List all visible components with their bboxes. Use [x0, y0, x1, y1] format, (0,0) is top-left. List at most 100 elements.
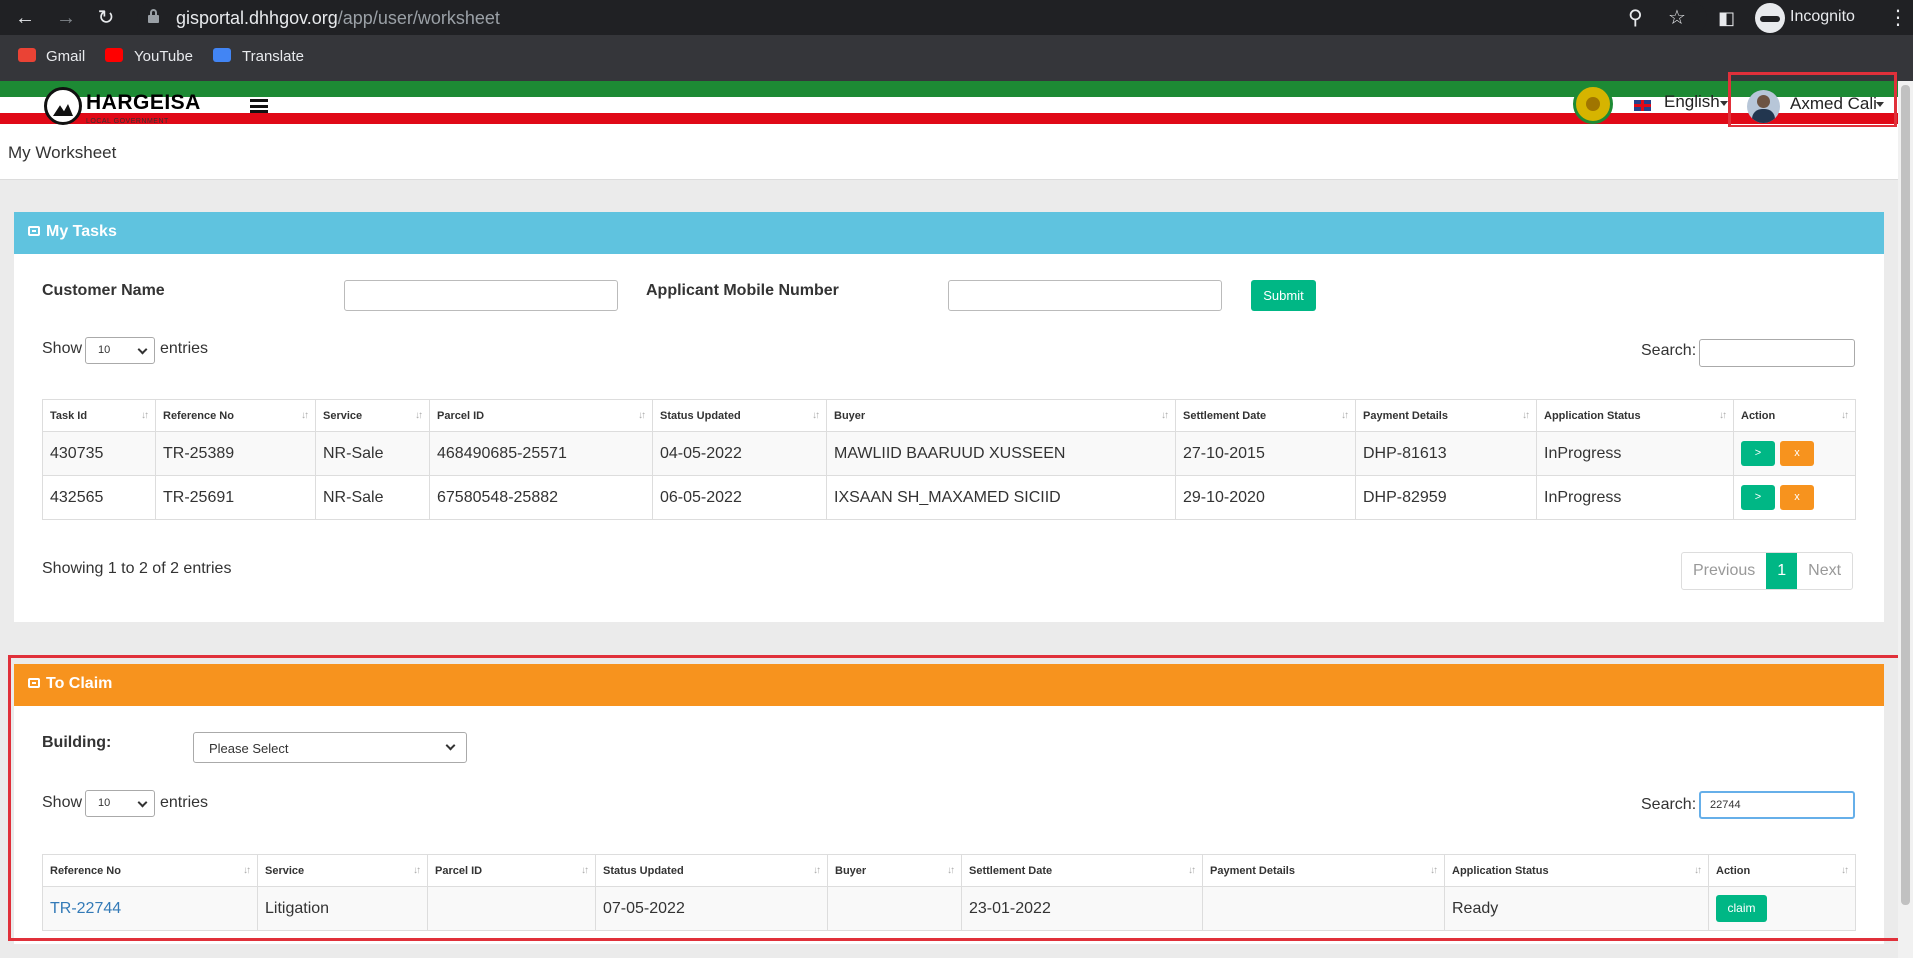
- reject-task-button[interactable]: x: [1780, 441, 1814, 466]
- cell-service: NR-Sale: [315, 431, 430, 476]
- search-label: Search:: [1641, 342, 1697, 359]
- col-service[interactable]: Service ↓↑: [315, 399, 430, 432]
- cell-parcel-id: 468490685-25571: [429, 431, 653, 476]
- col-reference-no[interactable]: Reference No ↓↑: [155, 399, 316, 432]
- sort-icon: ↓↑: [415, 410, 423, 421]
- open-task-button[interactable]: >: [1741, 441, 1775, 466]
- show-label: Show: [42, 340, 83, 357]
- sort-icon: ↓↑: [1161, 410, 1169, 421]
- side-panel-icon[interactable]: ◧: [1718, 6, 1735, 30]
- pagination-page-1[interactable]: 1: [1766, 553, 1798, 589]
- col-settlement-date[interactable]: Settlement Date ↓↑: [1175, 399, 1356, 432]
- cell-reference-no: TR-25389: [155, 431, 316, 476]
- incognito-icon[interactable]: [1755, 3, 1785, 33]
- app-header: HARGEISA LOCAL GOVERNMENT English: [0, 81, 1898, 127]
- sort-icon: ↓↑: [1719, 410, 1727, 421]
- language-selector[interactable]: English: [1664, 92, 1720, 112]
- zoom-icon[interactable]: ⚲: [1628, 6, 1643, 30]
- tasks-table: Task Id ↓↑ Reference No ↓↑ Service ↓↑ Parce…: [42, 399, 1856, 520]
- incognito-label[interactable]: Incognito: [1790, 8, 1855, 26]
- pagination-previous[interactable]: Previous: [1682, 553, 1766, 589]
- reject-task-button[interactable]: x: [1780, 485, 1814, 510]
- logo[interactable]: HARGEISA LOCAL GOVERNMENT: [44, 87, 200, 127]
- customer-name-label: Customer Name: [42, 282, 165, 299]
- entries-label: entries: [160, 340, 209, 357]
- page-title: My Worksheet: [8, 143, 117, 162]
- entries-select[interactable]: 10: [85, 337, 155, 364]
- flag-stripe-red: [0, 113, 1898, 124]
- bookmark-youtube[interactable]: YouTube: [134, 48, 193, 65]
- my-tasks-panel: My Tasks Customer Name Applicant Mobile …: [14, 212, 1884, 622]
- sort-icon: ↓↑: [1841, 410, 1849, 421]
- sort-icon: ↓↑: [301, 410, 309, 421]
- mobile-number-input[interactable]: [948, 280, 1222, 311]
- cell-application-status: InProgress: [1536, 475, 1734, 520]
- url-text[interactable]: gisportal.dhhgov.org/app/user/worksheet: [176, 8, 500, 29]
- sort-icon: ↓↑: [1522, 410, 1530, 421]
- cell-reference-no: TR-25691: [155, 475, 316, 520]
- col-buyer[interactable]: Buyer ↓↑: [826, 399, 1176, 432]
- reload-icon[interactable]: ↻: [94, 6, 118, 30]
- flag-stripe-green: [0, 81, 1898, 97]
- cell-application-status: InProgress: [1536, 431, 1734, 476]
- uk-flag-icon[interactable]: [1634, 100, 1651, 111]
- logo-mark-icon: [44, 87, 82, 125]
- cell-service: NR-Sale: [315, 475, 430, 520]
- cell-task-id: 432565: [42, 475, 156, 520]
- cell-status-updated: 04-05-2022: [652, 431, 827, 476]
- star-icon[interactable]: ☆: [1668, 6, 1686, 30]
- translate-icon[interactable]: [213, 48, 231, 62]
- sort-icon: ↓↑: [638, 410, 646, 421]
- title-bar: My Worksheet: [0, 127, 1898, 180]
- menu-dots-icon[interactable]: ⋮: [1888, 6, 1908, 30]
- tasks-header-row: Task Id ↓↑ Reference No ↓↑ Service ↓↑ Parce…: [42, 399, 1856, 432]
- col-parcel-id[interactable]: Parcel ID ↓↑: [429, 399, 653, 432]
- sort-icon: ↓↑: [812, 410, 820, 421]
- claim-highlight-box: [8, 655, 1913, 941]
- caret-down-icon[interactable]: [1720, 101, 1728, 106]
- forward-arrow-icon[interactable]: →: [54, 6, 78, 30]
- chevron-down-icon: [137, 344, 148, 355]
- scrollbar-thumb[interactable]: [1901, 85, 1910, 905]
- youtube-icon[interactable]: [105, 48, 123, 62]
- page-scrollbar[interactable]: [1898, 81, 1913, 958]
- emblem-icon: [1573, 84, 1613, 124]
- logo-text: HARGEISA: [86, 91, 201, 114]
- user-highlight-box: [1728, 72, 1897, 128]
- cell-action: > x: [1733, 431, 1856, 476]
- pagination: Previous 1 Next: [1681, 552, 1854, 590]
- gmail-icon[interactable]: [18, 48, 36, 62]
- panel-icon: [28, 226, 40, 236]
- cell-buyer: IXSAAN SH_MAXAMED SICIID: [826, 475, 1176, 520]
- submit-button[interactable]: Submit: [1251, 280, 1316, 311]
- cell-parcel-id: 67580548-25882: [429, 475, 653, 520]
- cell-buyer: MAWLIID BAARUUD XUSSEEN: [826, 431, 1176, 476]
- tasks-info: Showing 1 to 2 of 2 entries: [42, 560, 232, 577]
- col-application-status[interactable]: Application Status ↓↑: [1536, 399, 1734, 432]
- customer-name-input[interactable]: [344, 280, 618, 311]
- hamburger-menu-icon[interactable]: [250, 99, 268, 113]
- col-payment-details[interactable]: Payment Details ↓↑: [1355, 399, 1537, 432]
- logo-subtext: LOCAL GOVERNMENT: [86, 118, 169, 125]
- bookmark-gmail[interactable]: Gmail: [46, 48, 85, 65]
- pagination-next[interactable]: Next: [1797, 553, 1852, 589]
- cell-settlement-date: 27-10-2015: [1175, 431, 1356, 476]
- open-task-button[interactable]: >: [1741, 485, 1775, 510]
- cell-action: > x: [1733, 475, 1856, 520]
- cell-payment-details: DHP-82959: [1355, 475, 1537, 520]
- sort-icon: ↓↑: [1341, 410, 1349, 421]
- lock-icon[interactable]: [148, 9, 159, 23]
- mobile-number-label: Applicant Mobile Number: [646, 282, 839, 299]
- col-task-id[interactable]: Task Id ↓↑: [42, 399, 156, 432]
- col-action[interactable]: Action ↓↑: [1733, 399, 1856, 432]
- back-arrow-icon[interactable]: ←: [13, 6, 37, 30]
- cell-settlement-date: 29-10-2020: [1175, 475, 1356, 520]
- cell-payment-details: DHP-81613: [1355, 431, 1537, 476]
- cell-status-updated: 06-05-2022: [652, 475, 827, 520]
- table-row: 430735 TR-25389 NR-Sale 468490685-25571 …: [42, 431, 1856, 476]
- my-tasks-header: My Tasks: [14, 212, 1884, 254]
- col-status-updated[interactable]: Status Updated ↓↑: [652, 399, 827, 432]
- panel-title: My Tasks: [46, 223, 117, 240]
- bookmark-translate[interactable]: Translate: [242, 48, 304, 65]
- tasks-search-input[interactable]: [1699, 339, 1855, 367]
